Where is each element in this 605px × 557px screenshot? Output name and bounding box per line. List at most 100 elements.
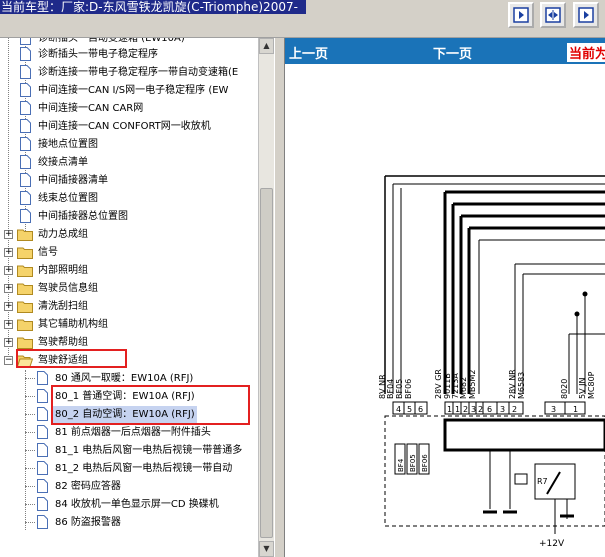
wire-label: BF05 <box>395 379 404 399</box>
page-nav-bar: 上一页 下一页 当前为 <box>285 38 605 64</box>
tree-item-label: 中间连接一CAN CAR网 <box>38 103 144 114</box>
expand-plus-icon[interactable]: + <box>4 284 13 293</box>
next-page-link[interactable]: 下一页 <box>433 43 472 62</box>
pin-number: 2 <box>463 405 468 414</box>
document-icon <box>20 137 31 151</box>
tree-folder[interactable]: + 驾驶员信息组 <box>0 280 258 297</box>
tree-connector <box>25 450 35 451</box>
document-icon <box>37 389 48 403</box>
document-icon <box>20 83 31 97</box>
tree-item-label: 80 通风一取暖：EW10A (RFJ) <box>55 373 194 384</box>
pin-number: 3 <box>471 405 476 414</box>
tree-item-label: 82 密码应答器 <box>55 481 121 492</box>
tree-folder[interactable]: + 驾驶帮助组 <box>0 334 258 351</box>
tree-item[interactable]: 81_2 电热后风窗一电热后视镜一带自动 <box>0 460 258 477</box>
open-folder-icon <box>17 355 33 367</box>
document-icon <box>20 65 31 79</box>
prev-page-button[interactable] <box>508 2 534 28</box>
tree-connector <box>25 396 35 397</box>
document-icon <box>20 191 31 205</box>
pane-splitter[interactable] <box>274 38 285 557</box>
document-icon <box>37 515 48 529</box>
tree-connector <box>25 378 35 379</box>
next-page-button[interactable] <box>573 2 599 28</box>
tree-folder[interactable]: + 内部照明组 <box>0 262 258 279</box>
tree-item[interactable]: 82 密码应答器 <box>0 478 258 495</box>
title-toolbar: 当前车型：厂家:D-东风雪铁龙凯旋(C-Triomphe)2007- <box>0 0 605 38</box>
pin-number: 4 <box>396 405 401 414</box>
document-icon <box>20 47 31 61</box>
tree-scrollbar[interactable]: ▲ ▼ <box>258 38 274 557</box>
wire-label: M6583 <box>517 372 526 399</box>
fit-width-button[interactable] <box>540 2 566 28</box>
current-page-indicator: 当前为 <box>567 43 605 62</box>
tree-folder[interactable]: + 其它辅助机构组 <box>0 316 258 333</box>
tree-folder-open[interactable]: − 驾驶舒适组 <box>0 352 258 369</box>
tree-item[interactable]: 81 前点烟器一后点烟器一附件插头 <box>0 424 258 441</box>
wire-label: 8020 <box>560 379 569 399</box>
tree-folder[interactable]: + 动力总成组 <box>0 226 258 243</box>
folder-icon <box>17 337 33 349</box>
tree-folder[interactable]: + 清洗刮扫组 <box>0 298 258 315</box>
tree-item-label: 80_1 普通空调：EW10A (RFJ) <box>55 391 195 402</box>
tree-item[interactable]: 84 收放机一单色显示屏一CD 换碟机 <box>0 496 258 513</box>
tree-item-label: 线束总位置图 <box>38 193 98 204</box>
scroll-down-icon[interactable]: ▼ <box>259 541 274 557</box>
wire-label: MC80P <box>587 371 596 399</box>
wire-label: 28V GR <box>434 369 443 399</box>
tree-item-label: 清洗刮扫组 <box>38 301 88 312</box>
expand-plus-icon[interactable]: + <box>4 320 13 329</box>
pin-number: 1 <box>447 405 452 414</box>
tree-item-label: 中间插接器清单 <box>38 175 108 186</box>
document-icon <box>20 209 31 223</box>
scroll-thumb[interactable] <box>260 188 273 538</box>
tree-item-label: 绞接点清单 <box>38 157 88 168</box>
wire-label: BF04 <box>386 379 395 399</box>
tree-item-selected[interactable]: 80_2 自动空调：EW10A (RFJ) <box>0 406 258 423</box>
expand-plus-icon[interactable]: + <box>4 248 13 257</box>
tree-item[interactable]: 80_1 普通空调：EW10A (RFJ) <box>0 388 258 405</box>
fuse-label: BF06 <box>421 454 429 472</box>
tree-item[interactable]: 80 通风一取暖：EW10A (RFJ) <box>0 370 258 387</box>
tree-view[interactable]: 诊断插头一自动变速箱 (EW10A) 诊断插头一带电子稳定程序 诊断连接一带电子… <box>0 38 258 557</box>
folder-icon <box>17 319 33 331</box>
expand-plus-icon[interactable]: + <box>4 302 13 311</box>
document-icon <box>37 425 48 439</box>
tree-connector <box>25 432 35 433</box>
tree-item[interactable]: 81_1 电热后风窗一电热后视镜一带普通多 <box>0 442 258 459</box>
tree-item-label: 81 前点烟器一后点烟器一附件插头 <box>55 427 211 438</box>
tree-connector <box>25 414 35 415</box>
tree-item-label: 81_1 电热后风窗一电热后视镜一带普通多 <box>55 445 243 456</box>
tree-item-label: 驾驶帮助组 <box>38 337 88 348</box>
wire-label: MB5M2 <box>468 370 477 399</box>
folder-icon <box>17 229 33 241</box>
tree-item-label: 其它辅助机构组 <box>38 319 108 330</box>
tree-item[interactable]: 86 防盗报警器 <box>0 514 258 531</box>
wire-label: 5V JN <box>578 378 587 399</box>
collapse-minus-icon[interactable]: − <box>4 356 13 365</box>
tree-folder[interactable]: + 信号 <box>0 244 258 261</box>
expand-plus-icon[interactable]: + <box>4 338 13 347</box>
scroll-up-icon[interactable]: ▲ <box>259 38 274 54</box>
expand-plus-icon[interactable]: + <box>4 266 13 275</box>
document-icon <box>37 371 48 385</box>
prev-page-link[interactable]: 上一页 <box>289 43 328 62</box>
pin-number: 6 <box>418 405 423 414</box>
pin-number: 5 <box>407 405 412 414</box>
document-icon <box>37 479 48 493</box>
pin-number: 2 <box>478 405 483 414</box>
tree-item-label: 信号 <box>38 247 58 258</box>
fuse-label: BF05 <box>409 454 417 472</box>
document-icon <box>37 461 48 475</box>
fit-width-icon <box>545 7 561 23</box>
tree-item-label: 驾驶员信息组 <box>38 283 98 294</box>
tree-item-label: 内部照明组 <box>38 265 88 276</box>
tree-item-label: 81_2 电热后风窗一电热后视镜一带自动 <box>55 463 233 474</box>
tree-item-label: 中间连接一CAN I/S网一电子稳定程序 (EW <box>38 85 229 96</box>
window-title: 当前车型：厂家:D-东风雪铁龙凯旋(C-Triomphe)2007- <box>0 0 306 14</box>
document-icon <box>20 38 31 45</box>
expand-plus-icon[interactable]: + <box>4 230 13 239</box>
tree-item-label: 接地点位置图 <box>38 139 98 150</box>
document-icon <box>37 497 48 511</box>
fuse-label: BF4 <box>397 458 405 472</box>
